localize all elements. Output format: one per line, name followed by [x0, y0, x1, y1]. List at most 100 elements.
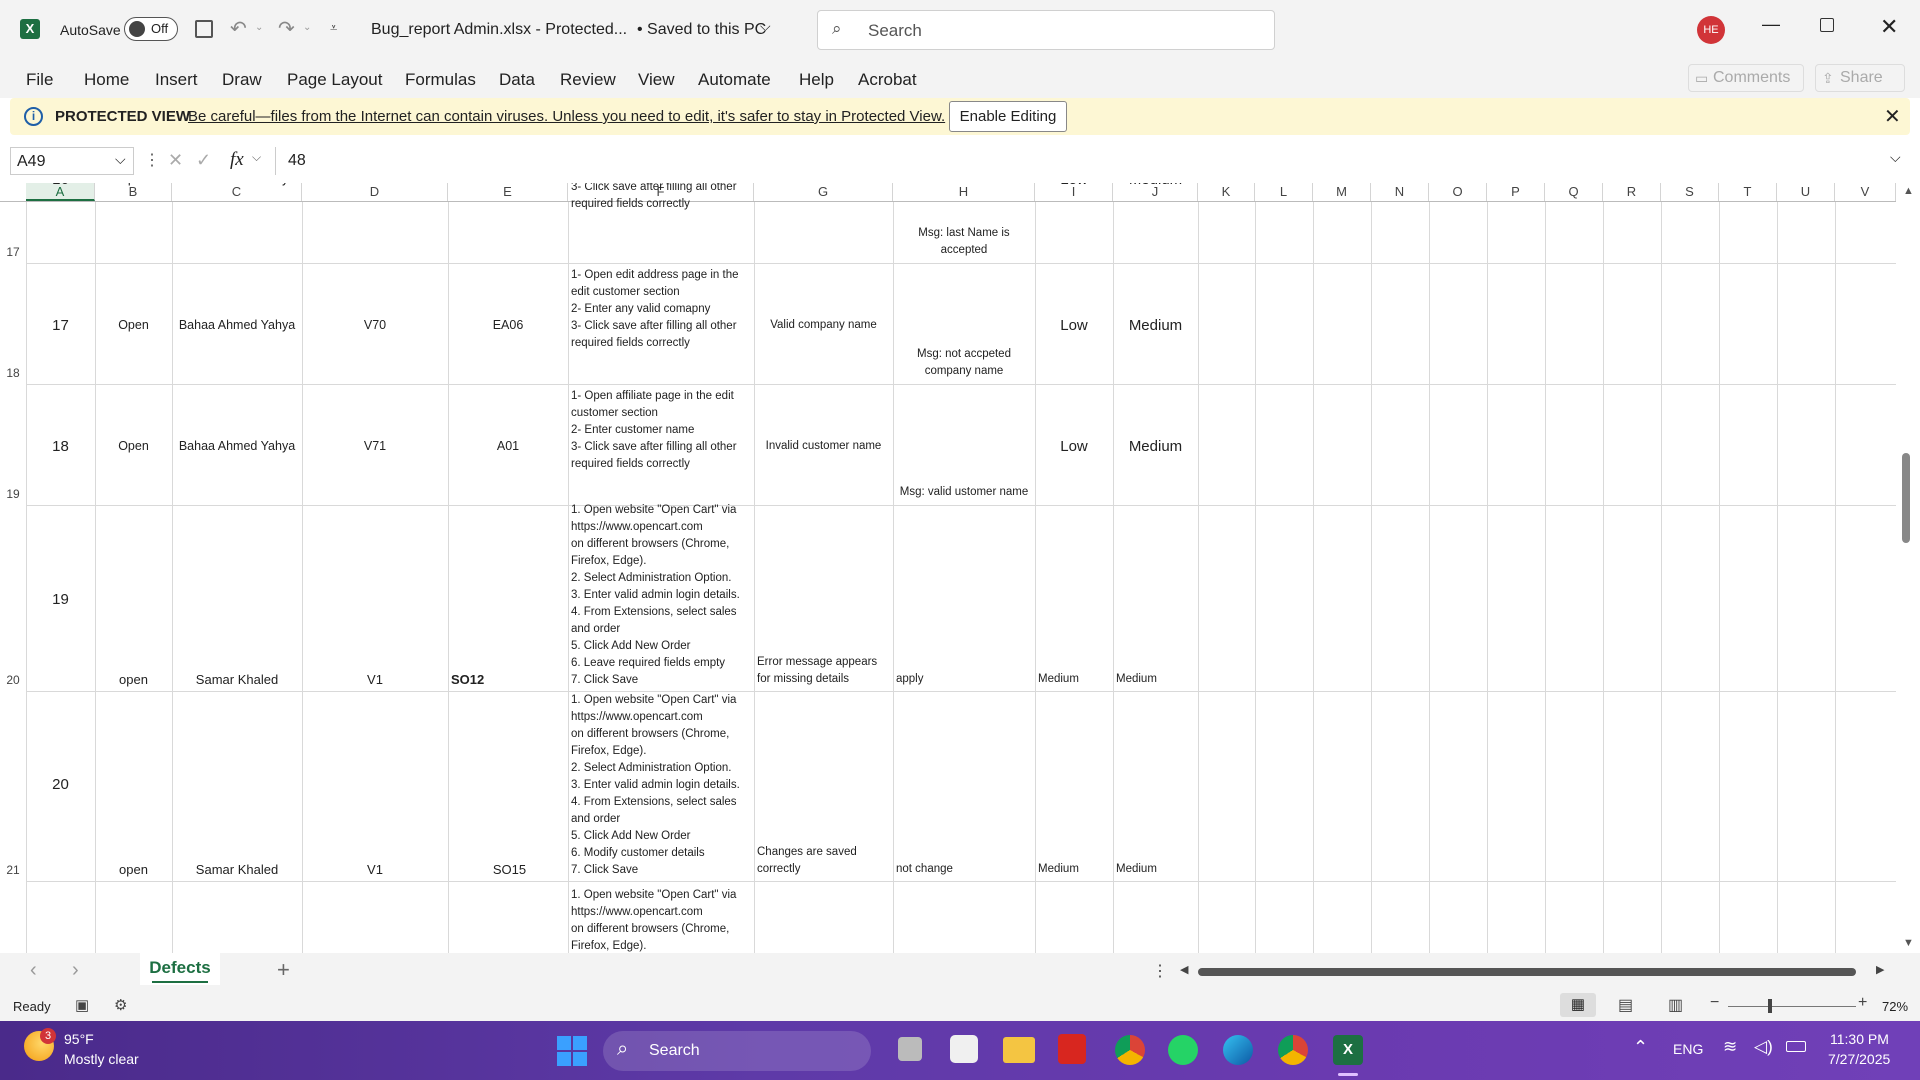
taskbar-search[interactable]: ⌕ Search — [603, 1031, 871, 1071]
row-header[interactable]: 18 — [0, 366, 26, 380]
cell-steps-line[interactable]: required fields correctly — [571, 335, 753, 352]
tab-draw[interactable]: Draw — [222, 70, 262, 90]
row-header[interactable]: 19 — [0, 487, 26, 501]
cell-steps-line[interactable]: required fields correctly — [571, 456, 753, 473]
search-box[interactable]: ⌕ Search — [817, 10, 1275, 50]
cell-ref[interactable]: A01 — [448, 438, 568, 455]
more-options-icon[interactable]: ⋮ — [1152, 961, 1168, 981]
cell-severity[interactable]: Low — [1035, 183, 1113, 188]
column-header-h[interactable]: H — [893, 183, 1035, 201]
cell-actual-line[interactable]: not change — [896, 861, 1034, 878]
accessibility-icon[interactable]: ⚙ — [114, 996, 127, 1014]
cell-steps-line[interactable]: https://www.opencart.com — [571, 709, 753, 726]
cell-priority[interactable]: Medium — [1113, 183, 1198, 188]
cell-assignee[interactable]: Bahaa Ahmed Yahya — [172, 183, 302, 188]
column-header-t[interactable]: T — [1719, 183, 1777, 201]
normal-view-icon[interactable]: ▦ — [1560, 993, 1596, 1017]
zoom-slider-thumb[interactable] — [1768, 999, 1772, 1013]
row-header[interactable]: 21 — [0, 863, 26, 877]
weather-temperature[interactable]: 95°F — [64, 1031, 94, 1047]
clock-date[interactable]: 7/27/2025 — [1828, 1051, 1890, 1067]
chevron-down-icon[interactable]: ⌵ — [115, 151, 126, 168]
cell-steps-line[interactable]: 1. Open website "Open Cart" via — [571, 692, 753, 709]
restore-icon[interactable] — [1820, 18, 1834, 32]
cell-steps-line[interactable]: Firefox, Edge). — [571, 938, 753, 953]
task-view-icon[interactable] — [898, 1037, 922, 1061]
sheet-tab-defects[interactable]: Defects — [140, 953, 220, 985]
undo-icon[interactable]: ↶ — [230, 16, 247, 41]
cell-steps-line[interactable]: 1. Open website "Open Cart" via — [571, 502, 753, 519]
cell-ref[interactable]: EA06 — [448, 317, 568, 334]
column-header-o[interactable]: O — [1429, 183, 1487, 201]
cell-id[interactable]: 19 — [26, 591, 95, 608]
cell-id[interactable]: 18 — [26, 438, 95, 455]
chevron-down-icon[interactable]: ⌵ — [760, 18, 771, 35]
cell-steps-line[interactable]: 3. Enter valid admin login details. — [571, 777, 753, 794]
customize-toolbar-icon[interactable]: ⩡ — [330, 20, 337, 36]
language-indicator[interactable]: ENG — [1673, 1041, 1703, 1057]
cell-steps-line[interactable]: 2. Select Administration Option. — [571, 760, 753, 777]
column-header-m[interactable]: M — [1313, 183, 1371, 201]
microsoft-store-icon[interactable] — [950, 1035, 978, 1063]
column-header-p[interactable]: P — [1487, 183, 1545, 201]
cell-assignee[interactable]: Samar Khaled — [172, 861, 302, 878]
cell-priority[interactable]: Medium — [1116, 861, 1201, 878]
cell-assignee[interactable]: Samar Khaled — [172, 671, 302, 688]
add-sheet-icon[interactable]: + — [277, 957, 290, 983]
redo-dropdown-icon[interactable]: ⌄ — [303, 22, 311, 33]
autosave-toggle[interactable]: Off — [124, 17, 178, 41]
cell-version[interactable]: V69 — [302, 183, 448, 188]
acrobat-icon[interactable] — [1058, 1034, 1086, 1064]
cell-id[interactable]: 16 — [26, 183, 95, 188]
battery-icon[interactable] — [1786, 1041, 1806, 1052]
cell-steps-line[interactable]: 6. Modify customer details — [571, 845, 753, 862]
cell-actual-line[interactable]: Msg: not accpeted — [893, 346, 1035, 363]
cell-ref[interactable]: SO15 — [451, 861, 568, 878]
show-hidden-icons-icon[interactable]: ⌃ — [1633, 1037, 1648, 1058]
minimize-icon[interactable]: — — [1762, 14, 1780, 35]
cell-id[interactable]: 20 — [26, 776, 95, 793]
cell-steps-line[interactable]: 2- Enter customer name — [571, 422, 753, 439]
tab-acrobat[interactable]: Acrobat — [858, 70, 917, 90]
horizontal-scroll-thumb[interactable] — [1198, 968, 1856, 976]
prev-sheet-icon[interactable]: ‹ — [30, 959, 37, 982]
tab-review[interactable]: Review — [560, 70, 616, 90]
cell-actual-line[interactable]: accepted — [893, 242, 1035, 259]
cell-steps-line[interactable]: 3- Click save after filling all other — [571, 318, 753, 335]
cell-steps-line[interactable]: https://www.opencart.com — [571, 519, 753, 536]
chevron-down-icon[interactable]: ⌵ — [252, 150, 261, 165]
column-header-v[interactable]: V — [1835, 183, 1896, 201]
cell-steps-line[interactable]: customer section — [571, 405, 753, 422]
cell-steps-line[interactable]: 4. From Extensions, select sales — [571, 794, 753, 811]
cell-version[interactable]: V1 — [302, 861, 448, 878]
cell-expected[interactable]: Valid company name — [754, 317, 893, 334]
cell-expected[interactable]: Changes are saved correctly — [757, 844, 890, 878]
tab-file[interactable]: File — [26, 70, 53, 90]
cell-mode-icon[interactable]: ▣ — [75, 996, 89, 1014]
cell-actual-line[interactable]: Msg: valid ustomer name — [893, 484, 1035, 501]
cell-steps-line[interactable]: 5. Click Add New Order — [571, 828, 753, 845]
cell-priority[interactable]: Medium — [1113, 317, 1198, 334]
tab-formulas[interactable]: Formulas — [405, 70, 476, 90]
cell-ref[interactable]: EA03 — [448, 183, 568, 188]
name-box[interactable]: A49 ⌵ — [10, 147, 134, 175]
cell-expected[interactable]: Invalid customer name — [754, 438, 893, 455]
file-explorer-icon[interactable] — [1003, 1037, 1035, 1063]
cell-steps-line[interactable]: 7. Click Save — [571, 862, 753, 879]
saved-status[interactable]: • Saved to this PC — [637, 21, 766, 39]
cell-actual-line[interactable]: company name — [893, 363, 1035, 380]
cell-status[interactable]: Open — [95, 317, 172, 334]
redo-icon[interactable]: ↷ — [278, 16, 295, 41]
start-icon[interactable] — [557, 1036, 587, 1066]
row-header[interactable]: 17 — [0, 245, 26, 259]
cell-steps-line[interactable]: Firefox, Edge). — [571, 553, 753, 570]
zoom-level[interactable]: 72% — [1882, 999, 1908, 1014]
cell-status[interactable]: open — [95, 861, 172, 878]
cell-actual-line[interactable]: Msg: last Name is — [893, 225, 1035, 242]
cell-steps-line[interactable]: 1. Open website "Open Cart" via — [571, 887, 753, 904]
column-header-n[interactable]: N — [1371, 183, 1429, 201]
cell-steps-line[interactable]: 1- Open edit address page in the — [571, 267, 753, 284]
column-header-l[interactable]: L — [1255, 183, 1313, 201]
enable-editing-button[interactable]: Enable Editing — [949, 101, 1067, 132]
tab-data[interactable]: Data — [499, 70, 535, 90]
